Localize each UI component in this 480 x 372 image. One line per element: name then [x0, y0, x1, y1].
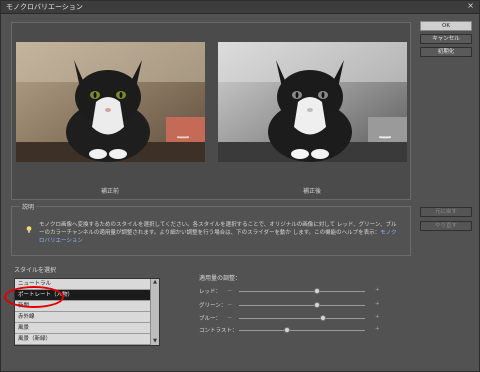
slider-green[interactable]: グリーン： － + — [199, 301, 384, 311]
lightbulb-icon — [26, 226, 32, 233]
close-icon[interactable]: × — [467, 1, 474, 10]
description-label: 説明 — [20, 202, 37, 211]
scroll-down-icon[interactable]: ▼ — [151, 338, 159, 345]
description-body: モノクロ画像へ変換するためのスタイルを選択してください。各スタイルを選択すること… — [39, 222, 397, 236]
description-box: 説明 モノクロ画像へ変換するためのスタイルを選択してください。各スタイルを選択す… — [11, 202, 411, 256]
window-title: モノクロバリエーション — [6, 3, 83, 11]
redo-button[interactable]: やり直す — [420, 221, 472, 231]
after-image: こ — [218, 42, 407, 162]
slider-track[interactable] — [239, 330, 365, 331]
minus-icon: － — [227, 303, 233, 309]
plus-icon: + — [375, 287, 380, 293]
slider-blue-thumb[interactable] — [320, 315, 327, 321]
style-select-label: スタイルを選択 — [14, 267, 57, 274]
slider-blue[interactable]: ブルー： － + — [199, 314, 384, 324]
plus-icon: + — [375, 314, 380, 320]
slider-track[interactable] — [239, 318, 365, 319]
slider-contrast-thumb[interactable] — [283, 327, 290, 333]
list-scrollbar[interactable]: ▲ ▼ — [150, 279, 159, 345]
title-bar: モノクロバリエーション × — [1, 1, 479, 14]
minus-icon: － — [227, 316, 233, 322]
scroll-up-icon[interactable]: ▲ — [151, 279, 159, 286]
slider-green-thumb[interactable] — [314, 302, 321, 308]
undo-button[interactable]: 元に戻す — [420, 207, 472, 217]
minus-icon: － — [227, 289, 233, 295]
style-item-infrared[interactable]: 赤外線 — [15, 312, 159, 323]
reset-button[interactable]: 初期化 — [420, 47, 472, 57]
description-text: モノクロ画像へ変換するためのスタイルを選択してください。各スタイルを選択すること… — [39, 221, 399, 245]
preview-panel: こ — [11, 22, 411, 200]
dialog-window: モノクロバリエーション × こ — [0, 0, 480, 372]
cancel-button[interactable]: キャンセル — [420, 34, 472, 44]
plus-icon: + — [375, 301, 380, 307]
style-item-landscape[interactable]: 風景 — [15, 323, 159, 334]
before-caption: 補正前 — [100, 188, 119, 195]
after-caption: 補正後 — [302, 188, 321, 195]
slider-red-thumb[interactable] — [314, 288, 321, 294]
slider-green-label: グリーン： — [199, 303, 227, 309]
slider-blue-label: ブルー： — [199, 316, 222, 322]
slider-red-label: レッド： — [199, 289, 222, 295]
slider-contrast[interactable]: コントラスト： － + — [199, 326, 384, 336]
slider-red[interactable]: レッド： － + — [199, 287, 384, 297]
ok-button[interactable]: OK — [420, 21, 472, 31]
plus-icon: + — [375, 326, 380, 332]
adjust-label: 適用量の調整： — [199, 275, 242, 282]
before-image: こ — [16, 42, 205, 162]
slider-track[interactable] — [239, 305, 365, 306]
style-item-landscape-green[interactable]: 風景（新緑） — [15, 334, 159, 345]
minus-icon: － — [227, 328, 233, 334]
annotation-circle — [4, 286, 64, 308]
slider-track[interactable] — [239, 291, 365, 292]
